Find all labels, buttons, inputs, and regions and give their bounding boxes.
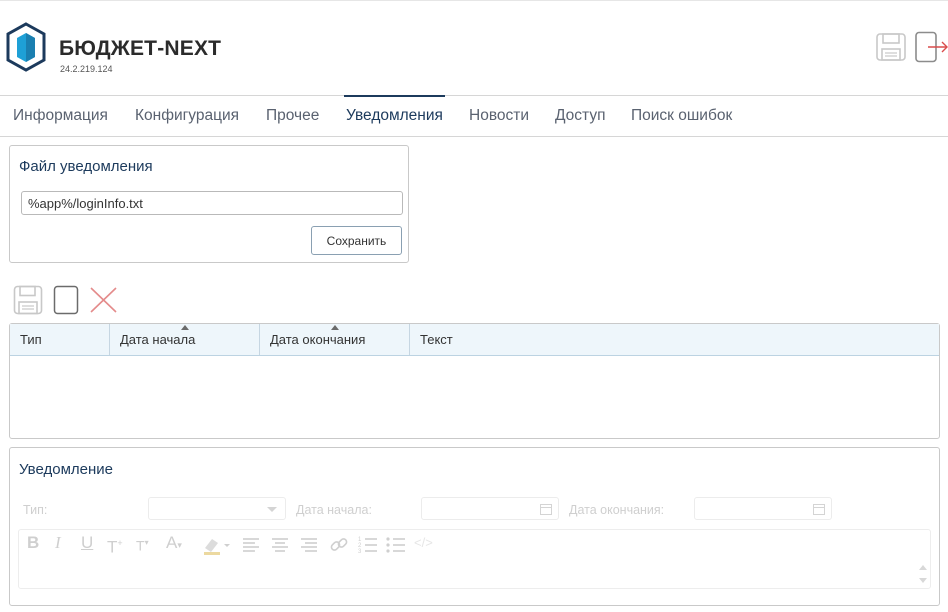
calendar-icon[interactable]	[813, 503, 825, 515]
notification-text-editor[interactable]: B I U T+ T▾ A▾ 123 </>	[18, 529, 931, 589]
file-panel: Файл уведомления Сохранить	[9, 145, 409, 263]
italic-icon[interactable]: I	[55, 533, 61, 553]
app-header: БЮДЖЕТ-NEXT 24.2.219.124	[0, 0, 948, 96]
highlight-icon[interactable]	[202, 534, 234, 556]
delete-icon[interactable]	[89, 286, 118, 314]
app-version: 24.2.219.124	[60, 64, 113, 74]
type-select[interactable]	[148, 497, 286, 520]
align-right-icon[interactable]	[299, 534, 319, 556]
code-icon[interactable]: </>	[414, 533, 433, 553]
underline-icon[interactable]: U	[81, 533, 93, 553]
align-center-icon[interactable]	[270, 534, 290, 556]
notifications-grid: Тип Дата начала Дата окончания Текст	[9, 323, 940, 439]
app-title: БЮДЖЕТ-NEXT	[59, 37, 222, 60]
save-icon[interactable]	[875, 32, 907, 62]
bold-icon[interactable]: B	[27, 533, 39, 553]
grid-body	[10, 357, 939, 438]
app-logo-icon	[6, 22, 46, 72]
chevron-down-icon	[267, 507, 277, 512]
tab-notifications[interactable]: Уведомления	[344, 95, 445, 136]
tab-bar: Информация Конфигурация Прочее Уведомлен…	[0, 95, 948, 137]
tab-access[interactable]: Доступ	[555, 96, 605, 136]
align-left-icon[interactable]	[241, 534, 261, 556]
save-file-button[interactable]: Сохранить	[311, 226, 402, 255]
tab-configuration[interactable]: Конфигурация	[135, 96, 239, 136]
sort-asc-icon	[181, 325, 189, 330]
grid-header: Тип Дата начала Дата окончания Текст	[10, 324, 939, 356]
unordered-list-icon[interactable]	[385, 534, 407, 556]
new-icon[interactable]	[53, 285, 79, 315]
save-icon[interactable]	[13, 285, 43, 315]
start-date-input[interactable]	[421, 497, 559, 520]
tab-news[interactable]: Новости	[469, 96, 529, 136]
start-date-label: Дата начала:	[296, 503, 372, 517]
column-type[interactable]: Тип	[10, 324, 110, 355]
exit-icon[interactable]	[914, 31, 948, 63]
type-label: Тип:	[23, 503, 48, 517]
notification-panel: Уведомление Тип: Дата начала: Дата оконч…	[9, 447, 940, 606]
link-icon[interactable]	[329, 534, 349, 556]
notification-panel-title: Уведомление	[19, 461, 114, 478]
tab-information[interactable]: Информация	[13, 96, 108, 136]
column-end-date[interactable]: Дата окончания	[260, 324, 410, 355]
tab-error-search[interactable]: Поиск ошибок	[631, 96, 732, 136]
end-date-label: Дата окончания:	[569, 503, 665, 517]
file-panel-title: Файл уведомления	[19, 158, 153, 175]
sort-asc-icon	[331, 325, 339, 330]
svg-text:3: 3	[358, 549, 362, 555]
column-start-date[interactable]: Дата начала	[110, 324, 260, 355]
superscript-icon[interactable]: T+	[107, 533, 123, 558]
column-text[interactable]: Текст	[410, 324, 939, 355]
ordered-list-icon[interactable]: 123	[357, 534, 379, 556]
tab-other[interactable]: Прочее	[266, 96, 319, 136]
font-color-icon[interactable]: A▾	[166, 533, 182, 555]
end-date-input[interactable]	[694, 497, 832, 520]
calendar-icon[interactable]	[540, 503, 552, 515]
file-path-input[interactable]	[21, 191, 403, 215]
subscript-icon[interactable]: T▾	[136, 533, 149, 556]
scrollbar-arrows-icon[interactable]	[918, 562, 928, 586]
